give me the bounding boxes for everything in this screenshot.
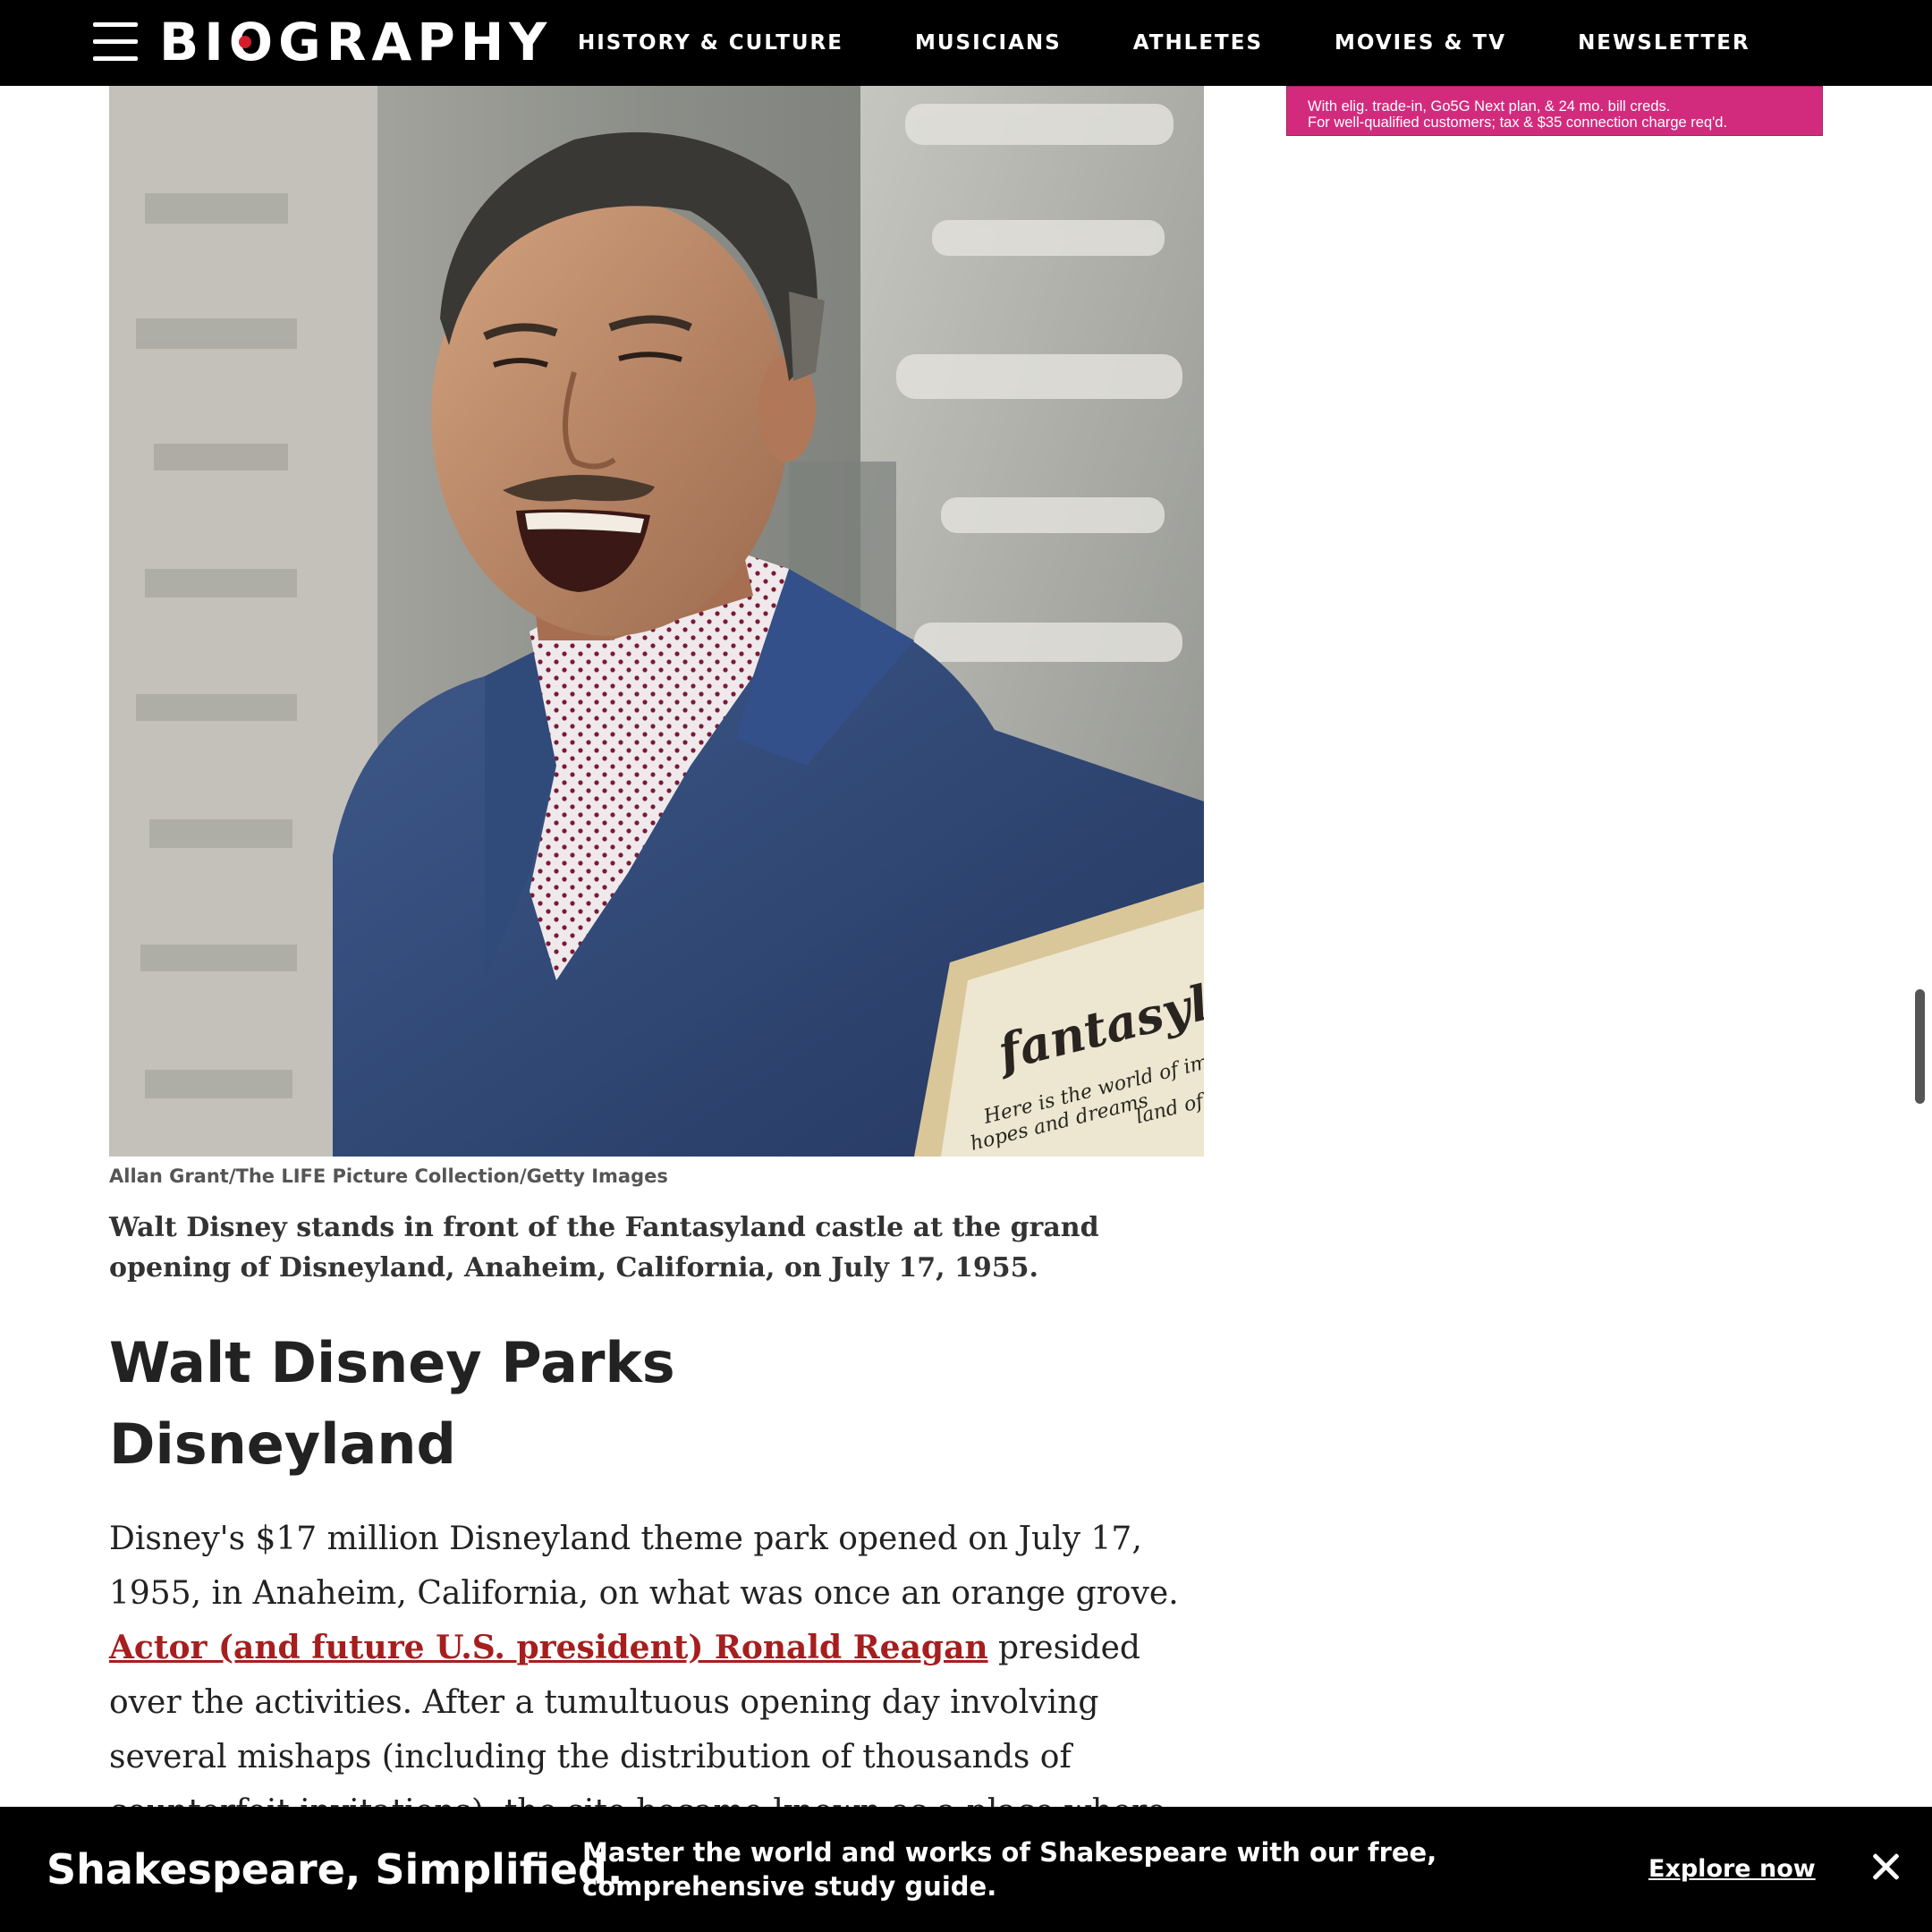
nav-link-musicians[interactable]: MUSICIANS: [915, 31, 1062, 55]
top-navigation: BIOGRAPHY HISTORY & CULTURE MUSICIANS AT…: [0, 0, 1932, 86]
nav-links: HISTORY & CULTURE MUSICIANS ATHLETES MOV…: [578, 0, 1822, 86]
walt-disney-photo: fantasyl Here is the world of ima hopes …: [109, 86, 1204, 1157]
advertisement-banner[interactable]: With elig. trade-in, Go5G Next plan, & 2…: [1286, 86, 1823, 136]
section-heading: Walt Disney Parks: [109, 1330, 675, 1395]
nav-link-history-culture[interactable]: HISTORY & CULTURE: [578, 31, 843, 55]
photo-credit: Allan Grant/The LIFE Picture Collection/…: [109, 1165, 668, 1187]
ad-line-1: With elig. trade-in, Go5G Next plan, & 2…: [1308, 98, 1671, 114]
ad-line-2: For well-qualified customers; tax & $35 …: [1308, 114, 1728, 131]
banner-title: Shakespeare, Simplified.: [47, 1845, 623, 1894]
close-icon[interactable]: [1871, 1852, 1900, 1880]
promo-banner: Shakespeare, Simplified. Master the worl…: [0, 1807, 1932, 1932]
nav-link-athletes[interactable]: ATHLETES: [1133, 31, 1263, 55]
article-photo: fantasyl Here is the world of ima hopes …: [109, 86, 1204, 1157]
ronald-reagan-link[interactable]: Actor (and future U.S. president) Ronald…: [109, 1629, 988, 1666]
hamburger-menu-icon[interactable]: [93, 21, 140, 63]
logo-dot: [239, 36, 251, 48]
explore-now-link[interactable]: Explore now: [1648, 1855, 1816, 1883]
site-logo[interactable]: BIOGRAPHY: [159, 13, 552, 72]
nav-link-newsletter[interactable]: NEWSLETTER: [1578, 31, 1750, 55]
scrollbar-thumb[interactable]: [1915, 989, 1925, 1104]
paragraph-text-1: Disney's $17 million Disneyland theme pa…: [109, 1521, 1179, 1612]
subsection-heading: Disneyland: [109, 1411, 456, 1477]
nav-link-movies-tv[interactable]: MOVIES & TV: [1335, 31, 1506, 55]
photo-caption: Walt Disney stands in front of the Fanta…: [109, 1212, 1099, 1284]
banner-description: Master the world and works of Shakespear…: [582, 1837, 1437, 1902]
